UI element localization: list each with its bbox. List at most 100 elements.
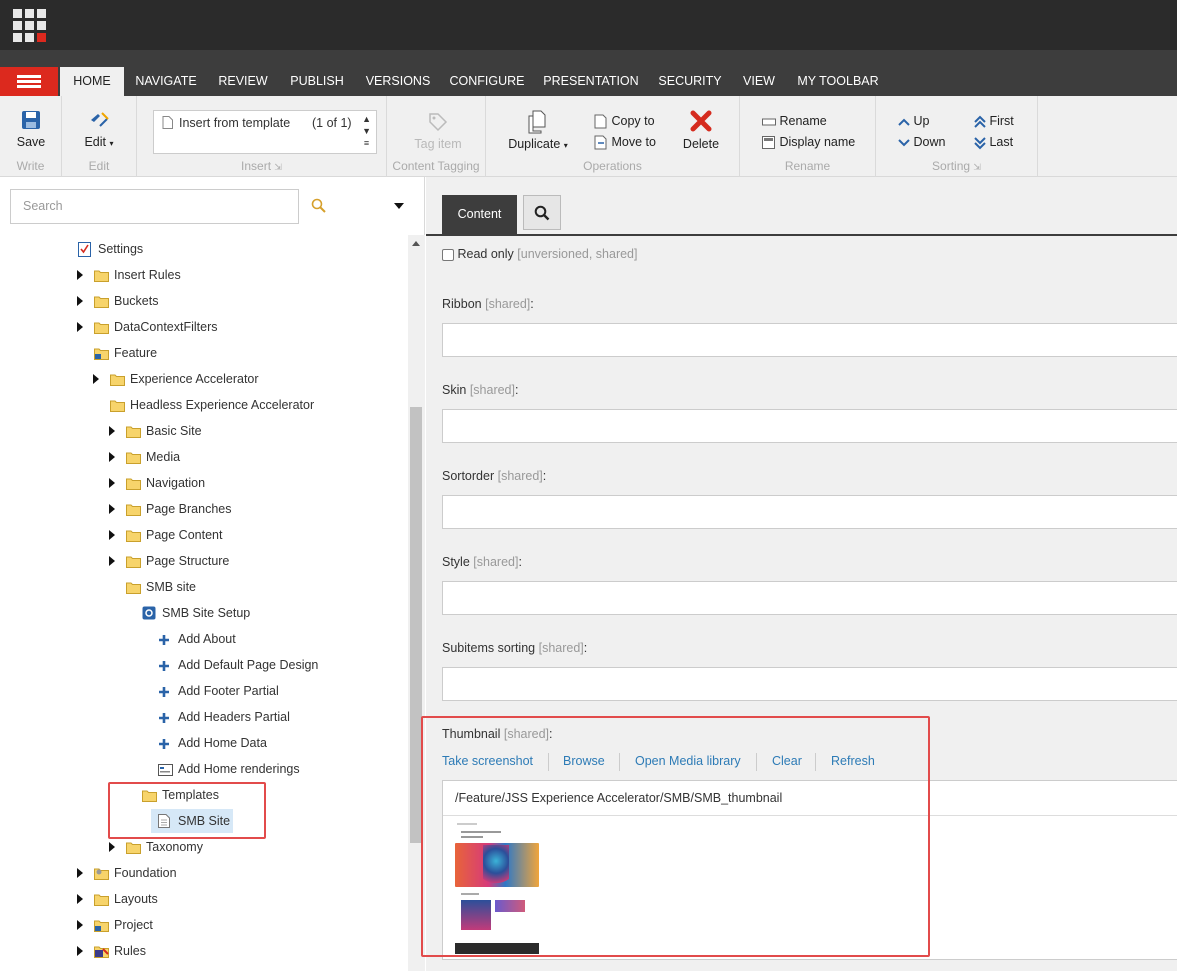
search-input[interactable]: Search <box>10 189 299 224</box>
tree-node-label[interactable]: Page Structure <box>146 551 229 571</box>
list-scroll-arrows-icon[interactable]: ▲ ▼ ≡ <box>362 113 371 149</box>
launchpad-grid-icon[interactable] <box>13 9 46 42</box>
rename-button[interactable]: Rename <box>762 114 827 128</box>
tree-expand-icon[interactable] <box>77 946 83 956</box>
tree-node-label[interactable]: Page Content <box>146 525 222 545</box>
tree-expand-icon[interactable] <box>109 478 115 488</box>
tree-node-page-structure[interactable]: Page Structure <box>0 551 400 571</box>
tree-expand-icon[interactable] <box>109 426 115 436</box>
expand-icon[interactable]: ⇲ <box>274 162 282 172</box>
tree-expand-icon[interactable] <box>77 868 83 878</box>
tree-node-smb-site[interactable]: SMB site <box>0 577 400 597</box>
display-name-button[interactable]: Display name <box>762 135 855 150</box>
tree-node-label[interactable]: Media <box>146 447 180 467</box>
tree-node-add-home-renderings[interactable]: Add Home renderings <box>0 759 400 779</box>
tag-item-button[interactable]: Tag item <box>405 112 471 151</box>
tree-node-settings[interactable]: Settings <box>0 239 400 259</box>
tree-node-label[interactable]: Add Home renderings <box>178 759 300 779</box>
sort-up-button[interactable]: Up <box>898 114 929 128</box>
tab-security[interactable]: SECURITY <box>652 67 728 96</box>
tree-expand-icon[interactable] <box>77 322 83 332</box>
search-tab-button[interactable] <box>523 195 561 230</box>
tree-expand-icon[interactable] <box>77 894 83 904</box>
move-to-button[interactable]: Move to <box>594 135 656 150</box>
tree-node-label[interactable]: Headless Experience Accelerator <box>130 395 314 415</box>
sort-down-button[interactable]: Down <box>898 135 945 149</box>
tree-node-foundation[interactable]: Foundation <box>0 863 400 883</box>
tree-collapse-icon[interactable] <box>60 246 68 253</box>
tree-node-label[interactable]: Add Footer Partial <box>178 681 279 701</box>
tree-collapse-icon[interactable] <box>92 402 100 409</box>
search-icon[interactable] <box>311 198 327 214</box>
tree-expand-icon[interactable] <box>77 296 83 306</box>
tree-node-label[interactable]: DataContextFilters <box>114 317 218 337</box>
tree-node-label[interactable]: Foundation <box>114 863 177 883</box>
tree-expand-icon[interactable] <box>93 374 99 384</box>
menu-icon[interactable] <box>0 67 58 96</box>
tab-my-toolbar[interactable]: MY TOOLBAR <box>790 67 886 96</box>
tab-view[interactable]: VIEW <box>736 67 782 96</box>
tree-node-label[interactable]: Navigation <box>146 473 205 493</box>
sorting-expand-icon[interactable]: ⇲ <box>973 162 981 172</box>
tree-node-add-default-page-design[interactable]: Add Default Page Design <box>0 655 400 675</box>
scroll-up-icon[interactable] <box>412 241 420 246</box>
style-field[interactable] <box>442 581 1177 615</box>
tree-node-label[interactable]: Add About <box>178 629 236 649</box>
tree-expand-icon[interactable] <box>109 504 115 514</box>
tree-node-media[interactable]: Media <box>0 447 400 467</box>
tree-node-page-branches[interactable]: Page Branches <box>0 499 400 519</box>
tree-node-datacontextfilters[interactable]: DataContextFilters <box>0 317 400 337</box>
tree-node-feature[interactable]: Feature <box>0 343 400 363</box>
tree-node-label[interactable]: Basic Site <box>146 421 202 441</box>
tab-versions[interactable]: VERSIONS <box>358 67 438 96</box>
readonly-checkbox[interactable] <box>442 248 454 261</box>
tree-node-label[interactable]: Insert Rules <box>114 265 181 285</box>
insert-from-template-item[interactable]: Insert from template <box>179 116 290 130</box>
tab-content[interactable]: Content <box>442 195 517 234</box>
tree-node-add-headers-partial[interactable]: Add Headers Partial <box>0 707 400 727</box>
tree-node-label[interactable]: SMB Site Setup <box>162 603 250 623</box>
tree-node-label[interactable]: Experience Accelerator <box>130 369 259 389</box>
tree-node-smb-site-setup[interactable]: SMB Site Setup <box>0 603 400 623</box>
save-button[interactable]: Save <box>8 110 54 149</box>
tree-node-label[interactable]: SMB site <box>146 577 196 597</box>
tree-node-experience-accelerator[interactable]: Experience Accelerator <box>0 369 400 389</box>
tree-node-buckets[interactable]: Buckets <box>0 291 400 311</box>
tree-node-label[interactable]: Add Default Page Design <box>178 655 318 675</box>
tree-node-basic-site[interactable]: Basic Site <box>0 421 400 441</box>
tree-expand-icon[interactable] <box>109 556 115 566</box>
tree-node-taxonomy[interactable]: Taxonomy <box>0 837 400 857</box>
tab-publish[interactable]: PUBLISH <box>282 67 352 96</box>
tree-expand-icon[interactable] <box>109 452 115 462</box>
edit-button[interactable]: Edit ▾ <box>76 110 122 149</box>
tree-collapse-icon[interactable] <box>124 610 132 617</box>
insert-options-list[interactable]: Insert from template (1 of 1) ▲ ▼ ≡ <box>153 110 377 154</box>
tree-node-page-content[interactable]: Page Content <box>0 525 400 545</box>
ribbon-field[interactable] <box>442 323 1177 357</box>
tree-node-add-footer-partial[interactable]: Add Footer Partial <box>0 681 400 701</box>
sort-last-button[interactable]: Last <box>974 135 1013 150</box>
tree-node-headless-experience-accelerator[interactable]: Headless Experience Accelerator <box>0 395 400 415</box>
subitems-sorting-field[interactable] <box>442 667 1177 701</box>
tree-node-label[interactable]: Taxonomy <box>146 837 203 857</box>
tree-node-label[interactable]: Add Headers Partial <box>178 707 290 727</box>
tree-expand-icon[interactable] <box>109 842 115 852</box>
tab-presentation[interactable]: PRESENTATION <box>538 67 644 96</box>
tab-navigate[interactable]: NAVIGATE <box>128 67 204 96</box>
tree-node-label[interactable]: Feature <box>114 343 157 363</box>
tree-node-label[interactable]: Buckets <box>114 291 158 311</box>
tree-node-label[interactable]: Settings <box>98 239 143 259</box>
tree-expand-icon[interactable] <box>77 270 83 280</box>
tree-node-add-about[interactable]: Add About <box>0 629 400 649</box>
tree-collapse-icon[interactable] <box>108 584 116 591</box>
search-dropdown-icon[interactable] <box>394 203 404 209</box>
tree-node-label[interactable]: Add Home Data <box>178 733 267 753</box>
tab-review[interactable]: REVIEW <box>210 67 276 96</box>
duplicate-button[interactable]: Duplicate ▾ <box>500 110 576 151</box>
tree-collapse-icon[interactable] <box>76 350 84 357</box>
tree-expand-icon[interactable] <box>109 530 115 540</box>
tree-node-label[interactable]: Rules <box>114 941 146 961</box>
tree-node-layouts[interactable]: Layouts <box>0 889 400 909</box>
tree-node-label[interactable]: Layouts <box>114 889 158 909</box>
copy-to-button[interactable]: Copy to <box>594 114 655 129</box>
